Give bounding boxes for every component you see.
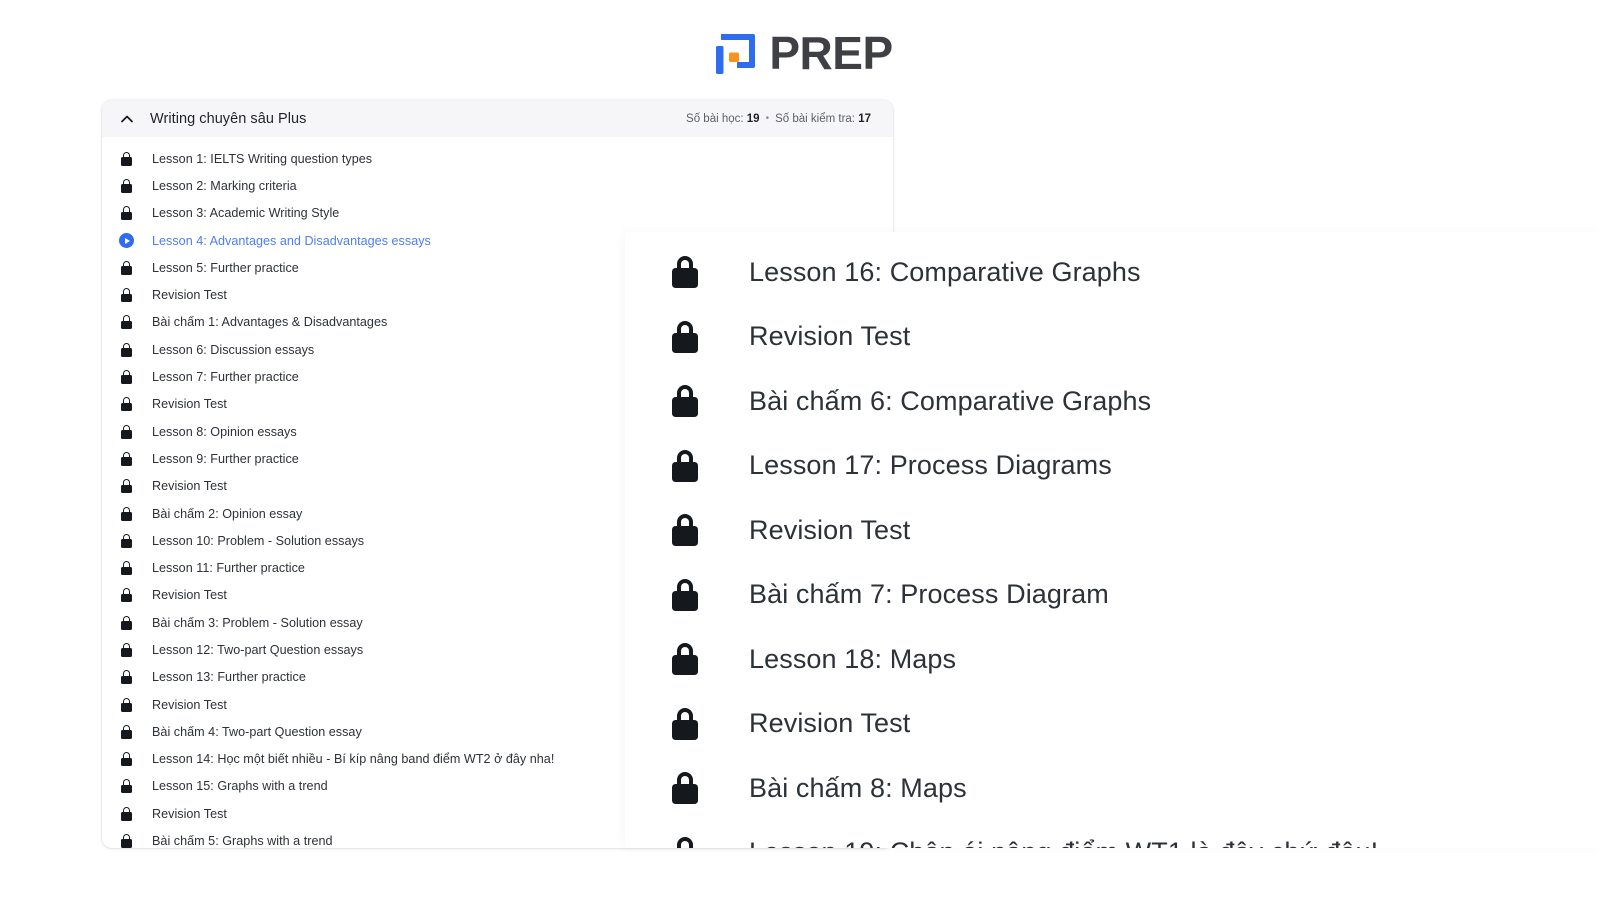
lock-icon bbox=[665, 639, 705, 679]
magnified-lesson-panel: Lesson 16: Comparative Graphs Revision Te… bbox=[625, 232, 1600, 848]
chevron-up-icon[interactable] bbox=[118, 110, 136, 128]
lock-icon bbox=[665, 704, 705, 744]
lock-icon bbox=[118, 287, 135, 304]
lesson-label: Lesson 7: Further practice bbox=[152, 370, 299, 385]
lesson-label: Revision Test bbox=[152, 697, 227, 712]
brand-header: PREP bbox=[0, 22, 1600, 86]
lesson-label: Lesson 13: Further practice bbox=[152, 670, 306, 685]
lesson-label: Lesson 15: Graphs with a trend bbox=[152, 779, 328, 794]
lock-icon bbox=[118, 369, 135, 386]
lesson-label: Revision Test bbox=[749, 321, 911, 352]
lesson-label: Lesson 12: Two-part Question essays bbox=[152, 642, 364, 657]
lesson-label: Bài chấm 3: Problem - Solution essay bbox=[152, 615, 363, 630]
lesson-row[interactable]: Lesson 3: Academic Writing Style bbox=[102, 200, 893, 227]
lock-icon bbox=[118, 423, 135, 440]
course-card-header[interactable]: Writing chuyên sâu Plus Số bài học: 19 •… bbox=[102, 100, 893, 137]
lesson-label: Lesson 6: Discussion essays bbox=[152, 342, 315, 357]
lessons-count-label: Số bài học: 19 bbox=[686, 112, 760, 125]
lock-icon bbox=[118, 341, 135, 358]
play-icon[interactable] bbox=[118, 232, 135, 249]
lesson-label: Revision Test bbox=[152, 479, 227, 494]
lesson-row[interactable]: Lesson 19: Chân ái nâng điểm WT1 là đây … bbox=[625, 821, 1600, 848]
lock-icon bbox=[118, 723, 135, 740]
lesson-label: Lesson 19: Chân ái nâng điểm WT1 là đây … bbox=[749, 837, 1378, 848]
lessons-count-value: 19 bbox=[746, 112, 760, 125]
lock-icon bbox=[118, 669, 135, 686]
lesson-label: Bài chấm 6: Comparative Graphs bbox=[749, 385, 1152, 416]
lock-icon bbox=[118, 778, 135, 795]
lesson-label: Lesson 1: IELTS Writing question types bbox=[152, 151, 373, 166]
tests-count-value: 17 bbox=[858, 112, 871, 125]
lesson-label: Lesson 16: Comparative Graphs bbox=[749, 256, 1141, 287]
course-meta: Số bài học: 19 • Số bài kiểm tra: 17 bbox=[686, 113, 871, 125]
lock-icon bbox=[118, 450, 135, 467]
lock-icon bbox=[118, 532, 135, 549]
lesson-label: Revision Test bbox=[152, 588, 227, 603]
lock-icon bbox=[118, 396, 135, 413]
lock-icon bbox=[665, 833, 705, 848]
lesson-row[interactable]: Revision Test bbox=[625, 305, 1600, 370]
lock-icon bbox=[665, 381, 705, 421]
lesson-label: Revision Test bbox=[152, 806, 227, 821]
lesson-label: Lesson 5: Further practice bbox=[152, 260, 299, 275]
lock-icon bbox=[118, 177, 135, 194]
lock-icon bbox=[118, 751, 135, 768]
lesson-label: Lesson 3: Academic Writing Style bbox=[152, 206, 340, 221]
lock-icon bbox=[118, 505, 135, 522]
lesson-label: Bài chấm 8: Maps bbox=[749, 772, 967, 803]
lock-icon bbox=[118, 805, 135, 822]
lesson-row[interactable]: Lesson 16: Comparative Graphs bbox=[625, 240, 1600, 305]
lesson-label: Bài chấm 1: Advantages & Disadvantages bbox=[152, 315, 388, 330]
lock-icon bbox=[118, 614, 135, 631]
lesson-label: Lesson 14: Học một biết nhiều - Bí kíp n… bbox=[152, 752, 555, 767]
lesson-row[interactable]: Revision Test bbox=[625, 498, 1600, 563]
lesson-label: Lesson 11: Further practice bbox=[152, 561, 305, 576]
lesson-label: Bài chấm 7: Process Diagram bbox=[749, 579, 1109, 610]
lock-icon bbox=[118, 833, 135, 848]
lesson-row[interactable]: Bài chấm 6: Comparative Graphs bbox=[625, 369, 1600, 434]
lock-icon bbox=[118, 150, 135, 167]
lock-icon bbox=[118, 314, 135, 331]
lesson-label: Lesson 2: Marking criteria bbox=[152, 178, 297, 193]
lesson-label: Lesson 10: Problem - Solution essays bbox=[152, 533, 365, 548]
lesson-label: Revision Test bbox=[152, 288, 227, 303]
lesson-row[interactable]: Lesson 2: Marking criteria bbox=[102, 172, 893, 199]
lesson-row[interactable]: Bài chấm 8: Maps bbox=[625, 756, 1600, 821]
lock-icon bbox=[665, 510, 705, 550]
lock-icon bbox=[665, 446, 705, 486]
lesson-row[interactable]: Lesson 1: IELTS Writing question types bbox=[102, 145, 893, 172]
lock-icon bbox=[118, 641, 135, 658]
lock-icon bbox=[665, 575, 705, 615]
lesson-label: Lesson 17: Process Diagrams bbox=[749, 450, 1112, 481]
lock-icon bbox=[118, 259, 135, 276]
lesson-label: Bài chấm 5: Graphs with a trend bbox=[152, 834, 333, 848]
lock-icon bbox=[118, 560, 135, 577]
lesson-label: Bài chấm 4: Two-part Question essay bbox=[152, 724, 362, 739]
lock-icon bbox=[118, 696, 135, 713]
lesson-row[interactable]: Lesson 17: Process Diagrams bbox=[625, 434, 1600, 499]
lesson-label: Revision Test bbox=[152, 397, 227, 412]
lesson-label: Revision Test bbox=[749, 708, 911, 739]
lock-icon bbox=[665, 768, 705, 808]
lock-icon bbox=[118, 478, 135, 495]
lesson-label: Lesson 4: Advantages and Disadvantages e… bbox=[152, 233, 431, 248]
meta-separator: • bbox=[765, 113, 770, 124]
lesson-row[interactable]: Bài chấm 7: Process Diagram bbox=[625, 563, 1600, 628]
lesson-label: Bài chấm 2: Opinion essay bbox=[152, 506, 303, 521]
prep-logo-icon bbox=[707, 26, 763, 82]
lesson-label: Lesson 18: Maps bbox=[749, 643, 957, 674]
lock-icon bbox=[118, 587, 135, 604]
tests-count-label: Số bài kiểm tra: 17 bbox=[775, 112, 871, 125]
lock-icon bbox=[665, 317, 705, 357]
lesson-label: Lesson 8: Opinion essays bbox=[152, 424, 297, 439]
lesson-row[interactable]: Revision Test bbox=[625, 692, 1600, 757]
lesson-label: Revision Test bbox=[749, 514, 911, 545]
page-title: Writing chuyên sâu Plus bbox=[150, 110, 307, 127]
brand-wordmark: PREP bbox=[769, 27, 893, 79]
lock-icon bbox=[118, 205, 135, 222]
lesson-row[interactable]: Lesson 18: Maps bbox=[625, 627, 1600, 692]
lock-icon bbox=[665, 252, 705, 292]
lesson-label: Lesson 9: Further practice bbox=[152, 451, 299, 466]
magnified-lesson-list: Lesson 16: Comparative Graphs Revision Te… bbox=[625, 232, 1600, 848]
